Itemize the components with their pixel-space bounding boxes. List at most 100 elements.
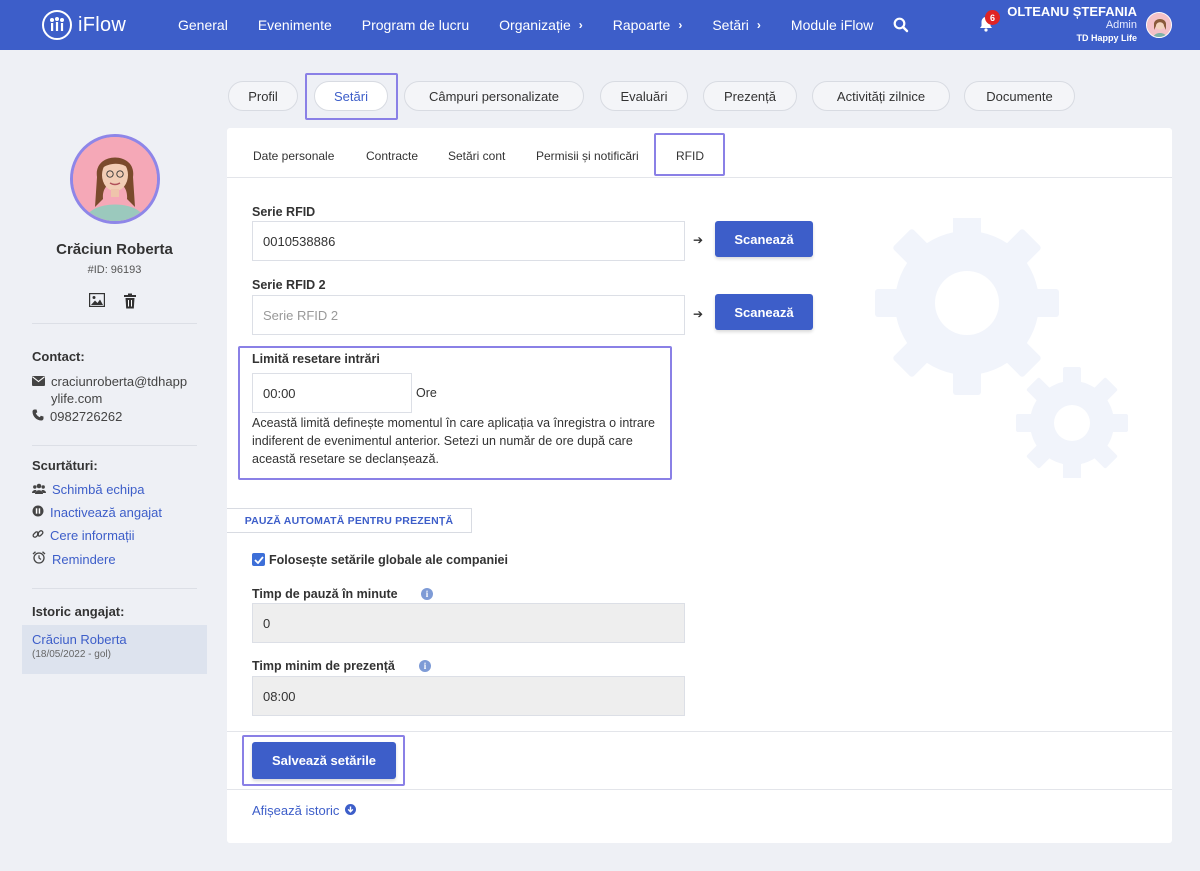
app-logo[interactable]: iFlow — [42, 10, 126, 40]
chevron-right-icon: › — [578, 18, 583, 32]
brand-name: iFlow — [78, 13, 127, 36]
link-icon — [32, 528, 44, 543]
subtab-rfid[interactable]: RFID — [676, 149, 704, 163]
arrow-right-icon: ➔ — [693, 307, 704, 321]
alarm-clock-icon — [32, 551, 46, 567]
subtab-contracte[interactable]: Contracte — [366, 149, 418, 163]
tab-documente[interactable]: Documente — [964, 81, 1075, 111]
rfid1-label: Serie RFID — [252, 205, 316, 219]
pause-minutes-label: Timp de pauză în minute — [252, 587, 398, 601]
image-icon[interactable] — [88, 292, 106, 312]
tab-profil[interactable]: Profil — [228, 81, 298, 111]
history-date: (18/05/2022 - gol) — [32, 649, 111, 660]
nav-item-rapoarte[interactable]: Rapoarte › — [613, 17, 683, 33]
pause-minutes-input[interactable]: 0 — [252, 603, 685, 643]
min-presence-input[interactable]: 08:00 — [252, 676, 685, 716]
show-history-link[interactable]: Afișează istoric — [252, 803, 357, 818]
rfid2-input[interactable]: Serie RFID 2 — [252, 295, 685, 335]
contact-title: Contact: — [32, 349, 85, 364]
tab-campuri-personalizate[interactable]: Câmpuri personalizate — [404, 81, 584, 111]
pause-circle-icon — [32, 505, 44, 520]
nav-item-program-de-lucru[interactable]: Program de lucru — [362, 17, 469, 33]
shortcut-request-info[interactable]: Cere informații — [32, 528, 135, 543]
history-title: Istoric angajat: — [32, 604, 125, 619]
settings-subtabs: Date personale Contracte Setări cont Per… — [227, 128, 1172, 178]
min-presence-label: Timp minim de prezență — [252, 659, 395, 673]
chevron-right-icon: › — [678, 18, 683, 32]
use-global-settings-checkbox[interactable] — [252, 553, 265, 566]
email-line-2: ylife.com — [51, 391, 103, 406]
arrow-right-icon: ➔ — [693, 233, 704, 247]
tab-evaluari[interactable]: Evaluări — [600, 81, 688, 111]
subtab-setari-cont[interactable]: Setări cont — [448, 149, 505, 163]
main-nav: General Evenimente Program de lucru Organiz… — [178, 0, 903, 50]
top-navbar: iFlow General Evenimente Program de lucru O… — [0, 0, 1200, 50]
nav-item-label: Setări — [712, 17, 749, 33]
notification-badge: 6 — [985, 10, 1000, 25]
scan-rfid1-button[interactable]: Scanează — [715, 221, 813, 257]
nav-item-module-iflow[interactable]: Module iFlow — [791, 17, 873, 33]
user-role: Admin — [1105, 19, 1137, 31]
logo-icon — [42, 10, 72, 40]
nav-item-evenimente[interactable]: Evenimente — [258, 17, 332, 33]
divider — [32, 323, 197, 324]
company-name: TD Happy Life — [1076, 33, 1137, 43]
phone-number: 0982726262 — [50, 409, 123, 424]
user-menu[interactable]: OLTEANU ȘTEFANIA Admin TD Happy Life — [1007, 4, 1137, 45]
nav-item-setări[interactable]: Setări › — [712, 17, 761, 33]
divider — [32, 445, 197, 446]
envelope-icon — [32, 374, 45, 389]
arrow-down-circle-icon — [345, 803, 357, 818]
rfid2-label: Serie RFID 2 — [252, 278, 326, 292]
history-name: Crăciun Roberta — [32, 632, 127, 647]
reset-limit-input[interactable]: 00:00 — [252, 373, 412, 413]
contact-phone[interactable]: 0982726262 — [32, 409, 122, 424]
divider — [227, 789, 1172, 790]
nav-item-label: Organizație — [499, 17, 571, 33]
history-link-label: Afișează istoric — [252, 803, 340, 818]
shortcut-label: Cere informații — [50, 528, 135, 543]
tab-activitati-zilnice[interactable]: Activități zilnice — [812, 81, 950, 111]
divider — [227, 731, 1172, 732]
subtab-permisii-notificari[interactable]: Permisii și notificări — [536, 149, 639, 163]
nav-item-label: Program de lucru — [361, 17, 470, 33]
nav-item-general[interactable]: General — [178, 17, 228, 33]
rfid1-input[interactable]: 0010538886 — [252, 221, 685, 261]
subtab-date-personale[interactable]: Date personale — [253, 149, 334, 163]
nav-item-label: Module iFlow — [790, 17, 874, 33]
user-avatar[interactable] — [1146, 12, 1172, 38]
employee-avatar — [70, 134, 160, 224]
history-entry[interactable]: Crăciun Roberta (18/05/2022 - gol) — [22, 625, 207, 674]
employee-name: Crăciun Roberta — [56, 241, 173, 258]
trash-icon[interactable] — [123, 293, 137, 312]
settings-card: Date personale Contracte Setări cont Per… — [227, 128, 1172, 843]
shortcuts-title: Scurtături: — [32, 458, 98, 473]
shortcut-change-team[interactable]: Schimbă echipa — [32, 482, 145, 497]
reset-limit-description: Această limită definește momentul în car… — [252, 416, 655, 466]
scan-rfid2-button[interactable]: Scanează — [715, 294, 813, 330]
tab-setari[interactable]: Setări — [314, 81, 388, 111]
nav-item-label: Rapoarte — [612, 17, 671, 33]
email-line-1: craciunroberta@tdhapp — [51, 374, 188, 389]
shortcut-deactivate[interactable]: Inactivează angajat — [32, 505, 162, 520]
tab-prezenta[interactable]: Prezență — [703, 81, 797, 111]
shortcut-label: Remindere — [52, 551, 116, 567]
user-name: OLTEANU ȘTEFANIA — [1007, 4, 1137, 19]
save-settings-button[interactable]: Salvează setările — [252, 742, 396, 779]
employee-id: #ID: 96193 — [87, 264, 142, 276]
users-icon — [32, 482, 46, 497]
info-icon[interactable]: i — [421, 588, 433, 600]
phone-icon — [32, 409, 44, 424]
search-icon[interactable] — [893, 17, 909, 36]
contact-email[interactable]: craciunroberta@tdhapp ylife.com — [32, 373, 187, 407]
pause-section-title: PAUZĂ AUTOMATĂ PENTRU PREZENȚĂ — [227, 508, 472, 533]
shortcut-label: Inactivează angajat — [50, 505, 163, 520]
info-icon[interactable]: i — [419, 660, 431, 672]
reset-limit-unit: Ore — [416, 386, 437, 400]
shortcut-label: Schimbă echipa — [52, 482, 145, 497]
chevron-right-icon: › — [756, 18, 761, 32]
shortcut-reminders[interactable]: Remindere — [32, 551, 116, 567]
nav-item-organizație[interactable]: Organizație › — [499, 17, 583, 33]
nav-item-label: General — [178, 17, 228, 33]
use-global-settings-label[interactable]: Folosește setările globale ale companiei — [269, 553, 508, 567]
